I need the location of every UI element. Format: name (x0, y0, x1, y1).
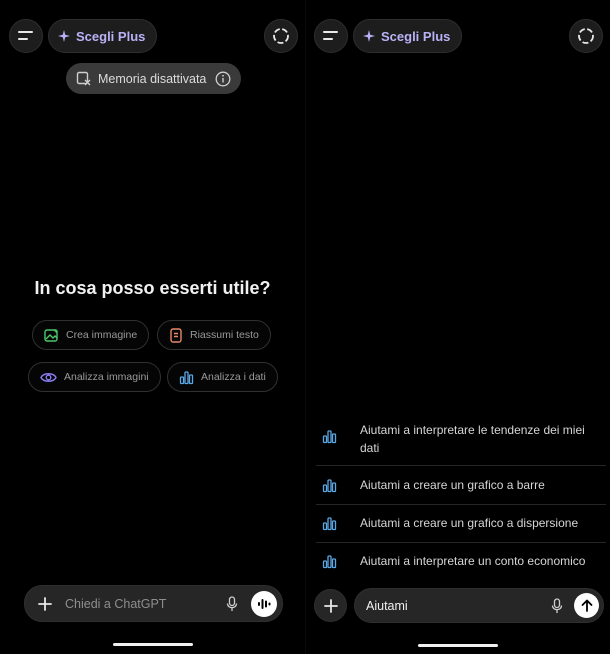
document-icon (170, 327, 182, 343)
memory-status-pill[interactable]: Memoria disattivata (66, 63, 241, 94)
bar-chart-icon (322, 517, 337, 531)
sparkle-icon (58, 30, 70, 42)
arrow-up-icon (581, 599, 592, 612)
suggestion-label: Aiutami a interpretare le tendenze dei m… (360, 423, 585, 455)
choose-plus-label: Scegli Plus (381, 28, 451, 44)
microphone-icon (551, 597, 563, 613)
choose-plus-button[interactable]: Scegli Plus (353, 19, 463, 53)
home-indicator (113, 643, 193, 646)
page-heading: In cosa posso esserti utile? (34, 278, 271, 298)
add-attachment-button[interactable] (25, 596, 65, 611)
chip-summarize-text[interactable]: Riassumi testo (157, 320, 271, 350)
temporary-chat-button[interactable] (264, 19, 298, 53)
home-indicator (418, 644, 498, 647)
plus-icon (38, 596, 52, 611)
add-attachment-button[interactable] (314, 589, 347, 622)
composer: Aiutami (354, 588, 604, 623)
suggestion-label: Aiutami a creare un grafico a barre (360, 478, 545, 492)
bar-chart-icon (322, 479, 337, 493)
memory-off-icon (76, 71, 91, 86)
suggestion-item[interactable]: Aiutami a creare un grafico a dispersion… (316, 514, 606, 532)
chip-create-image[interactable]: Crea immagine (32, 320, 150, 350)
voice-mode-button[interactable] (251, 590, 277, 617)
suggestion-item[interactable]: Aiutami a creare un grafico a barre (316, 476, 606, 494)
bar-chart-icon (322, 555, 337, 569)
temporary-chat-button[interactable] (569, 19, 603, 53)
bar-chart-icon (179, 370, 194, 384)
info-icon[interactable] (215, 71, 231, 87)
choose-plus-button[interactable]: Scegli Plus (48, 19, 158, 53)
divider (316, 465, 606, 466)
plus-icon (323, 598, 338, 613)
suggestion-label: Aiutami a interpretare un conto economic… (360, 554, 586, 568)
dashed-circle-icon (578, 28, 594, 44)
dashed-circle-icon (273, 28, 289, 44)
eye-icon (40, 372, 57, 382)
divider (316, 504, 606, 505)
voice-waveform-icon (258, 598, 271, 609)
suggestion-item[interactable]: Aiutami a interpretare le tendenze dei m… (316, 421, 606, 457)
suggestion-item[interactable]: Aiutami a interpretare un conto economic… (316, 552, 606, 570)
sparkle-icon (363, 30, 375, 42)
send-button[interactable] (574, 593, 599, 618)
chip-label: Analizza i dati (201, 371, 266, 383)
right-screen: Scegli Plus Aiutami a interpretare le te… (305, 0, 610, 654)
suggestion-label: Aiutami a creare un grafico a dispersion… (360, 516, 579, 530)
chip-label: Analizza immagini (64, 371, 149, 383)
menu-icon (323, 31, 338, 40)
menu-icon (18, 31, 33, 40)
message-input[interactable]: Chiedi a ChatGPT (65, 597, 221, 611)
microphone-icon (226, 595, 238, 611)
chip-label: Riassumi testo (190, 329, 259, 341)
chip-label: Crea immagine (66, 329, 138, 341)
dictate-button[interactable] (221, 595, 243, 612)
chip-analyze-images[interactable]: Analizza immagini (28, 362, 161, 392)
memory-status-label: Memoria disattivata (98, 71, 207, 86)
message-input[interactable]: Aiutami (355, 599, 546, 613)
menu-button[interactable] (314, 19, 348, 53)
dictate-button[interactable] (546, 597, 568, 614)
menu-button[interactable] (9, 19, 43, 53)
divider (316, 542, 606, 543)
image-spark-icon (44, 328, 59, 342)
chip-analyze-data[interactable]: Analizza i dati (167, 362, 278, 392)
left-screen: Scegli Plus Memoria disattivata In cosa … (0, 0, 305, 654)
bar-chart-icon (322, 430, 337, 444)
composer: Chiedi a ChatGPT (24, 585, 283, 622)
choose-plus-label: Scegli Plus (76, 28, 146, 44)
